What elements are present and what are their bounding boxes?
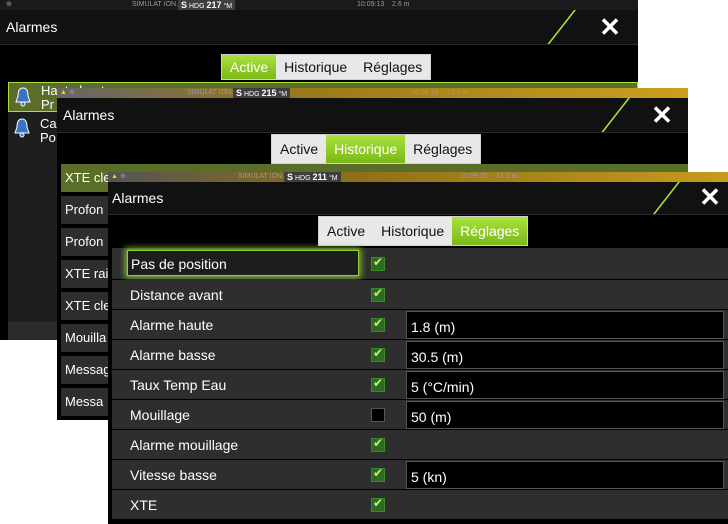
gps-icon: ⊕ (69, 89, 75, 96)
setting-row-high-alarm[interactable]: Alarme haute 1.8 (m) (112, 310, 728, 339)
simulation-label: SIMULAT ION... (187, 89, 237, 96)
setting-row-distance-ahead[interactable]: Distance avant (112, 280, 728, 309)
title-accent (652, 182, 680, 214)
clock: 10:09:19 (411, 89, 439, 96)
setting-label: XTE (130, 497, 158, 513)
setting-label: Vitesse basse (130, 467, 217, 483)
close-icon[interactable]: ✕ (596, 13, 624, 41)
checkbox-icon[interactable] (371, 346, 385, 362)
alarm-window-settings: ▲ ⊕ SIMULAT ION... S HDG 211 °M 10:09:25… (108, 172, 728, 524)
warning-icon: ▲ (111, 173, 118, 180)
tab-history[interactable]: Historique (276, 55, 355, 79)
settings-list: Pas de position Distance avant Alarme ha… (112, 248, 728, 524)
distance-readout: 14.0 m (496, 173, 518, 180)
status-bar: ▲ ⊕ SIMULAT ION... S HDG 215 °M 10:09:19… (57, 88, 688, 98)
clock: 10:09:25 (460, 173, 488, 180)
tab-active[interactable]: Active (272, 135, 326, 163)
checkbox-icon[interactable] (371, 436, 385, 452)
title-accent (601, 98, 630, 132)
window-title: Alarmes (6, 19, 58, 35)
warning-icon: ▲ (60, 89, 67, 96)
checkbox-icon[interactable] (371, 466, 385, 482)
tab-settings[interactable]: Réglages (355, 55, 430, 79)
distance-readout: 12.1 m (447, 89, 469, 96)
tab-bar: Active Historique Réglages (221, 54, 432, 80)
value-field[interactable]: 50 (m) (406, 401, 724, 429)
alarm-detail: Pr (41, 97, 54, 112)
tab-settings[interactable]: Réglages (405, 135, 480, 163)
setting-label: Alarme haute (130, 317, 214, 333)
setting-label: Taux Temp Eau (130, 377, 227, 393)
setting-label: Distance avant (130, 287, 223, 303)
title-bar: Alarmes ✕ (108, 182, 728, 215)
setting-label: Mouillage (130, 407, 190, 423)
title-bar: Alarmes ✕ (0, 10, 638, 45)
tab-active[interactable]: Active (222, 55, 277, 79)
value-field[interactable]: 5 (kn) (406, 461, 724, 489)
setting-row-water-temp-rate[interactable]: Taux Temp Eau 5 (°C/min) (112, 370, 728, 399)
gps-icon: ⊕ (120, 173, 126, 180)
value-field[interactable]: 30.5 (m) (406, 341, 724, 369)
setting-row-anchor[interactable]: Mouillage 50 (m) (112, 400, 728, 429)
setting-label: Alarme basse (130, 347, 216, 363)
alarm-title: Ca (40, 116, 57, 131)
tab-history[interactable]: Historique (326, 135, 406, 163)
window-title: Alarmes (112, 190, 164, 206)
checkbox-icon[interactable] (371, 255, 385, 271)
value-field[interactable]: 5 (°C/min) (406, 371, 724, 399)
setting-row-low-alarm[interactable]: Alarme basse 30.5 (m) (112, 340, 728, 369)
simulation-label: SIMULAT ION... (132, 1, 182, 8)
setting-row-xte[interactable]: XTE (112, 490, 728, 519)
checkbox-icon[interactable] (371, 408, 385, 422)
setting-label: Alarme mouillage (130, 437, 239, 453)
tab-active[interactable]: Active (319, 217, 373, 245)
checkbox-icon[interactable] (371, 316, 385, 332)
checkbox-icon[interactable] (371, 496, 385, 512)
title-bar: Alarmes ✕ (57, 98, 688, 133)
status-bar: ▲ ⊕ SIMULAT ION... S HDG 211 °M 10:09:25… (108, 172, 728, 182)
tab-bar: Active Historique Réglages (271, 134, 482, 164)
setting-row-position-loss[interactable]: Pas de position (112, 248, 728, 279)
setting-row-anchor-alarm[interactable]: Alarme mouillage (112, 430, 728, 459)
heading-readout: S HDG 211 °M (284, 172, 341, 182)
value-field[interactable]: 1.8 (m) (406, 311, 724, 339)
tab-bar: Active Historique Réglages (318, 216, 529, 246)
title-accent (547, 10, 576, 44)
window-title: Alarmes (63, 107, 115, 123)
heading-readout: S HDG 217 °M (178, 0, 236, 10)
status-bar: ⊕ SIMULAT ION... S HDG 217 °M 10:09:13 2… (0, 0, 638, 10)
bell-icon (15, 87, 31, 107)
setting-label: Pas de position (127, 250, 359, 276)
tab-history[interactable]: Historique (373, 217, 452, 245)
checkbox-icon[interactable] (371, 376, 385, 392)
setting-row-low-speed[interactable]: Vitesse basse 5 (kn) (112, 460, 728, 489)
distance-readout: 2.6 m (392, 1, 410, 8)
heading-readout: S HDG 215 °M (233, 88, 291, 98)
tab-settings[interactable]: Réglages (452, 217, 528, 245)
gps-icon: ⊕ (6, 1, 12, 8)
clock: 10:09:13 (357, 1, 385, 8)
close-icon[interactable]: ✕ (696, 183, 724, 211)
checkbox-icon[interactable] (371, 286, 385, 302)
bell-icon (14, 118, 30, 138)
alarm-detail: Po (40, 130, 56, 145)
close-icon[interactable]: ✕ (648, 101, 676, 129)
simulation-label: SIMULAT ION... (238, 173, 288, 180)
